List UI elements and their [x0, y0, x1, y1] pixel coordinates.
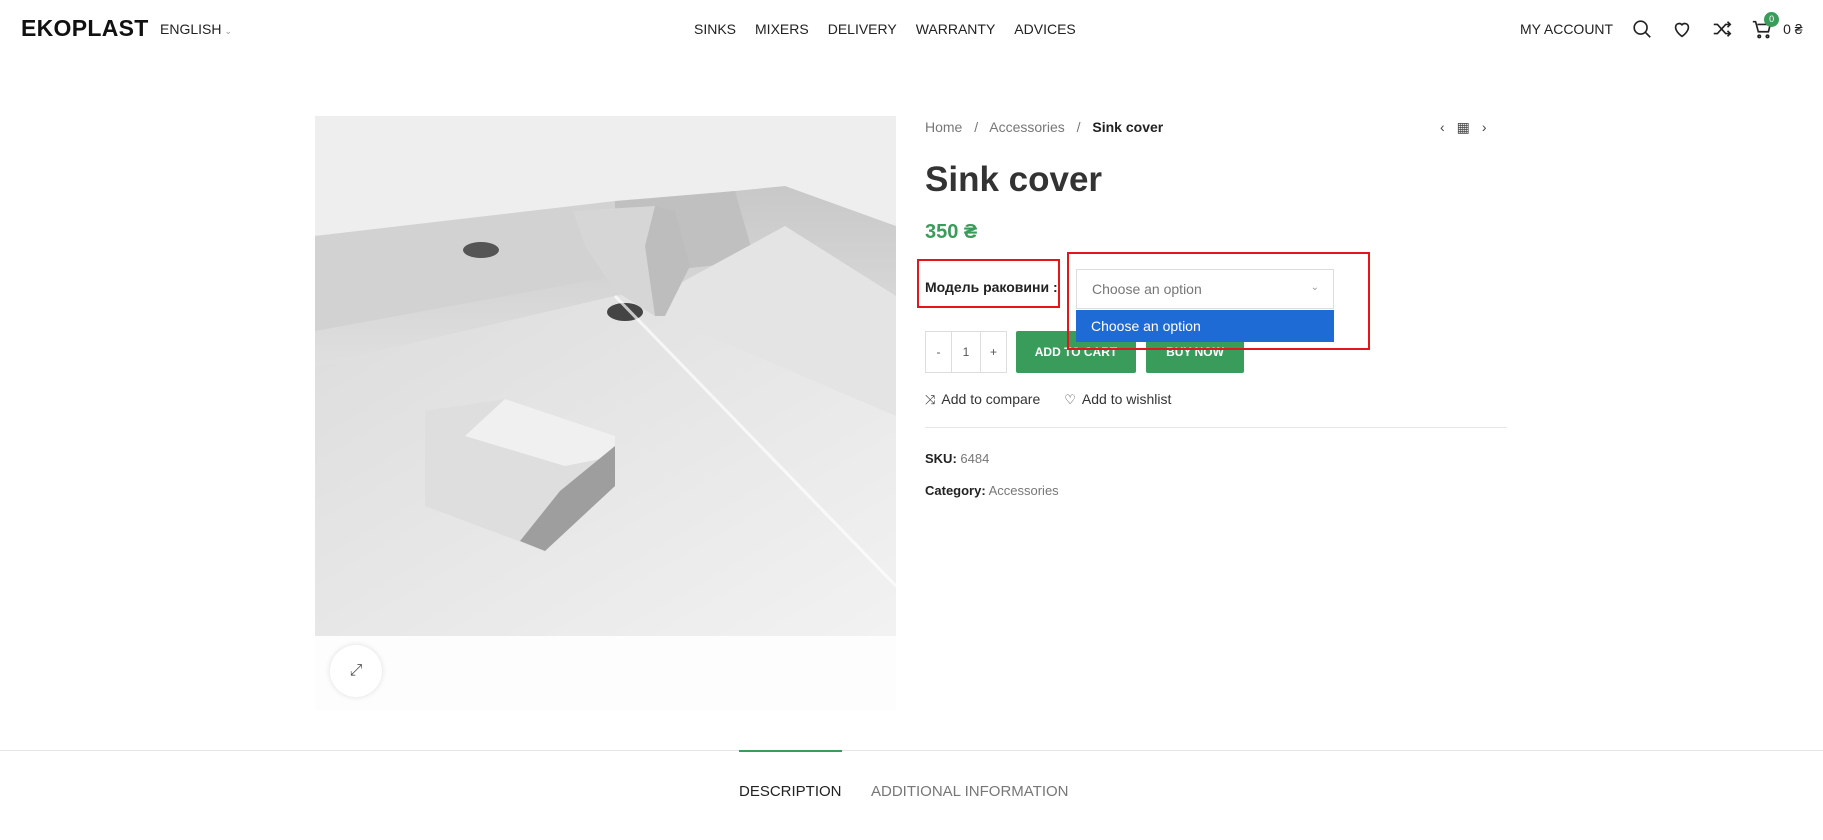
- heart-icon[interactable]: [1671, 18, 1693, 40]
- nav-item-delivery[interactable]: DELIVERY: [828, 21, 897, 37]
- cart-count-badge: 0: [1764, 12, 1780, 27]
- nav-item-warranty[interactable]: WARRANTY: [916, 21, 996, 37]
- tab-active-indicator: [739, 750, 842, 752]
- nav-item-advices[interactable]: ADVICES: [1014, 21, 1075, 37]
- nav-item-sinks[interactable]: SINKS: [694, 21, 736, 37]
- breadcrumb-home[interactable]: Home: [925, 119, 962, 135]
- compare-icon[interactable]: [1711, 18, 1733, 40]
- product-sku: SKU: 6484: [925, 451, 989, 466]
- site-header: EKOPLAST ENGLISH ⌄ SINKS MIXERS DELIVERY …: [0, 0, 1823, 58]
- quantity-stepper: - 1 +: [925, 331, 1007, 373]
- main-nav: SINKS MIXERS DELIVERY WARRANTY ADVICES: [694, 21, 1095, 37]
- product-image[interactable]: [315, 116, 896, 636]
- chevron-right-icon[interactable]: ›: [1482, 119, 1487, 136]
- language-switcher[interactable]: ENGLISH ⌄: [160, 21, 232, 37]
- compare-icon: ⤨: [925, 392, 936, 407]
- tab-description[interactable]: DESCRIPTION: [739, 783, 842, 800]
- header-tools: MY ACCOUNT 0 0 ₴: [1520, 12, 1803, 44]
- chevron-left-icon[interactable]: ‹: [1440, 119, 1445, 136]
- sku-value: 6484: [960, 451, 990, 466]
- add-to-wishlist-label: Add to wishlist: [1081, 391, 1172, 407]
- breadcrumb-current: Sink cover: [1092, 119, 1164, 135]
- product-navigation: ‹ ▦ ›: [1440, 119, 1487, 136]
- breadcrumb-category[interactable]: Accessories: [989, 119, 1064, 135]
- heart-icon: ♡: [1064, 392, 1076, 407]
- site-logo[interactable]: EKOPLAST: [21, 15, 149, 42]
- sku-label: SKU:: [925, 451, 957, 466]
- tab-additional-information[interactable]: ADDITIONAL INFORMATION: [871, 783, 1069, 800]
- category-label: Category:: [925, 483, 986, 498]
- search-icon[interactable]: [1631, 18, 1653, 40]
- qty-minus-button[interactable]: -: [926, 332, 951, 372]
- divider: [925, 427, 1507, 428]
- breadcrumb-separator: /: [1076, 119, 1081, 135]
- add-to-compare-link[interactable]: ⤨ Add to compare: [925, 391, 1040, 408]
- category-link[interactable]: Accessories: [989, 483, 1059, 498]
- qty-input[interactable]: 1: [951, 332, 981, 372]
- product-gallery: ⤢: [315, 116, 896, 710]
- product-category: Category: Accessories: [925, 483, 1059, 498]
- qty-plus-button[interactable]: +: [981, 332, 1006, 372]
- expand-icon: ⤢: [349, 662, 363, 679]
- add-to-compare-label: Add to compare: [941, 391, 1041, 407]
- my-account-link[interactable]: MY ACCOUNT: [1520, 21, 1613, 37]
- product-actions: ⤨ Add to compare ♡ Add to wishlist: [925, 391, 1171, 408]
- cart-total[interactable]: 0 ₴: [1783, 21, 1802, 37]
- grid-icon[interactable]: ▦: [1457, 119, 1470, 136]
- nav-item-mixers[interactable]: MIXERS: [755, 21, 809, 37]
- cart-icon[interactable]: 0: [1751, 12, 1780, 40]
- breadcrumb-separator: /: [974, 119, 979, 135]
- breadcrumb: Home / Accessories / Sink cover: [925, 119, 1163, 135]
- language-label: ENGLISH: [160, 21, 222, 37]
- zoom-button[interactable]: ⤢: [330, 645, 382, 697]
- product-title: Sink cover: [925, 160, 1103, 199]
- add-to-wishlist-link[interactable]: ♡ Add to wishlist: [1064, 391, 1171, 408]
- product-price: 350 ₴: [925, 221, 978, 243]
- highlight-box-select: [1067, 252, 1370, 350]
- chevron-down-icon: ⌄: [224, 26, 233, 36]
- tabs-divider: [0, 750, 1823, 751]
- attribute-label: Модель раковини :: [925, 279, 1058, 295]
